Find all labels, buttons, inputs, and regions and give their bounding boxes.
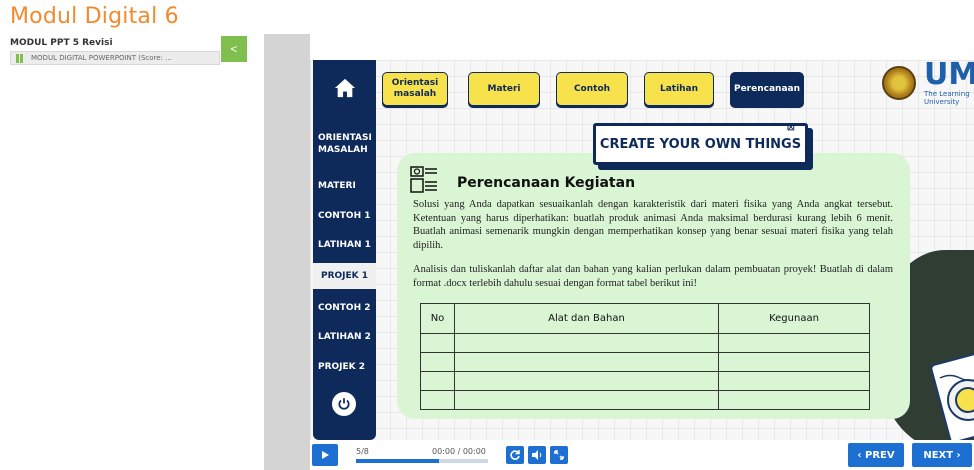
volume-button[interactable] bbox=[528, 446, 546, 464]
prev-button[interactable]: ‹ PREV bbox=[848, 443, 904, 467]
table-header-kegunaan: Kegunaan bbox=[718, 303, 870, 334]
module-title: MODUL PPT 5 Revisi bbox=[10, 38, 113, 48]
card-title: Perencanaan Kegiatan bbox=[457, 175, 636, 191]
app-title: Modul Digital 6 bbox=[10, 4, 179, 29]
table-row bbox=[420, 390, 870, 410]
tab-latihan[interactable]: Latihan bbox=[644, 72, 714, 106]
expand-icon bbox=[554, 450, 564, 460]
table-row bbox=[420, 371, 870, 391]
tab-orientasi-masalah[interactable]: Orientasi masalah bbox=[382, 72, 448, 106]
nav-latihan-2[interactable]: LATIHAN 2 bbox=[313, 331, 376, 343]
slide-side-nav: ORIENTASI MASALAH MATERI CONTOH 1 LATIHA… bbox=[313, 60, 376, 440]
progress-bar[interactable] bbox=[356, 459, 488, 463]
card-paragraph-2: Analisis dan tuliskanlah daftar alat dan… bbox=[413, 264, 893, 289]
table-row bbox=[420, 352, 870, 372]
progress-fill bbox=[356, 459, 439, 463]
nav-projek-1[interactable]: PROJEK 1 bbox=[313, 263, 376, 289]
prev-label: PREV bbox=[865, 449, 895, 461]
certificate-badge-icon bbox=[930, 352, 974, 440]
module-list-item[interactable]: MODUL DIGITAL POWERPOINT (Score: ... bbox=[10, 51, 220, 65]
fullscreen-button[interactable] bbox=[550, 446, 568, 464]
nav-contoh-2[interactable]: CONTOH 2 bbox=[313, 302, 376, 314]
checklist-icon bbox=[410, 166, 437, 193]
slide-canvas: ORIENTASI MASALAH MATERI CONTOH 1 LATIHA… bbox=[310, 60, 974, 440]
power-icon bbox=[338, 398, 350, 410]
create-banner: CREATE YOUR OWN THINGS ⊠ bbox=[593, 122, 808, 165]
nav-materi[interactable]: MATERI bbox=[313, 180, 376, 192]
player-bar: 5/8 00:00 / 00:00 ‹ PREV NEXT › bbox=[310, 440, 974, 470]
um-tagline: The Learning University bbox=[924, 90, 970, 106]
chevron-right-icon: › bbox=[953, 449, 961, 461]
tab-perencanaan[interactable]: Perencanaan bbox=[730, 72, 804, 106]
chevron-left-icon: ‹ bbox=[857, 449, 865, 461]
tab-materi[interactable]: Materi bbox=[468, 72, 540, 106]
app-root: Modul Digital 6 MODUL PPT 5 Revisi MODUL… bbox=[0, 0, 974, 470]
time-display: 00:00 / 00:00 bbox=[432, 447, 486, 456]
power-button[interactable] bbox=[332, 392, 356, 416]
table-row bbox=[420, 333, 870, 353]
bar-chart-icon bbox=[16, 54, 24, 63]
card-paragraph-1: Solusi yang Anda dapatkan sesuaikanlah d… bbox=[413, 199, 893, 251]
close-icon: ⊠ bbox=[786, 122, 795, 133]
nav-projek-2[interactable]: PROJEK 2 bbox=[313, 361, 376, 373]
create-banner-text: CREATE YOUR OWN THINGS bbox=[599, 136, 802, 152]
next-button[interactable]: NEXT › bbox=[912, 443, 972, 467]
home-icon bbox=[334, 78, 355, 98]
nav-latihan-1[interactable]: LATIHAN 1 bbox=[313, 239, 376, 251]
next-label: NEXT bbox=[923, 449, 954, 461]
slide-counter: 5/8 bbox=[356, 447, 369, 456]
volume-icon bbox=[532, 450, 542, 460]
um-logo-text: UM bbox=[924, 60, 974, 92]
um-logo: UM The Learning University bbox=[924, 60, 974, 106]
nav-orientasi-masalah[interactable]: ORIENTASI MASALAH bbox=[313, 132, 376, 156]
gutter bbox=[264, 34, 310, 470]
collapse-sidebar-button[interactable]: < bbox=[221, 36, 247, 62]
nav-contoh-1[interactable]: CONTOH 1 bbox=[313, 210, 376, 222]
university-seal-logo bbox=[882, 66, 916, 100]
replay-icon bbox=[510, 450, 520, 460]
home-button[interactable] bbox=[313, 68, 376, 108]
tools-table: No Alat dan Bahan Kegunaan bbox=[420, 303, 870, 410]
module-item-label: MODUL DIGITAL POWERPOINT (Score: ... bbox=[31, 54, 172, 62]
planning-card: Perencanaan Kegiatan Solusi yang Anda da… bbox=[397, 153, 910, 419]
play-button[interactable] bbox=[312, 444, 338, 466]
table-header-alat: Alat dan Bahan bbox=[454, 303, 719, 334]
tab-contoh[interactable]: Contoh bbox=[556, 72, 628, 106]
play-icon bbox=[322, 451, 329, 459]
replay-button[interactable] bbox=[506, 446, 524, 464]
table-header-no: No bbox=[420, 303, 455, 334]
